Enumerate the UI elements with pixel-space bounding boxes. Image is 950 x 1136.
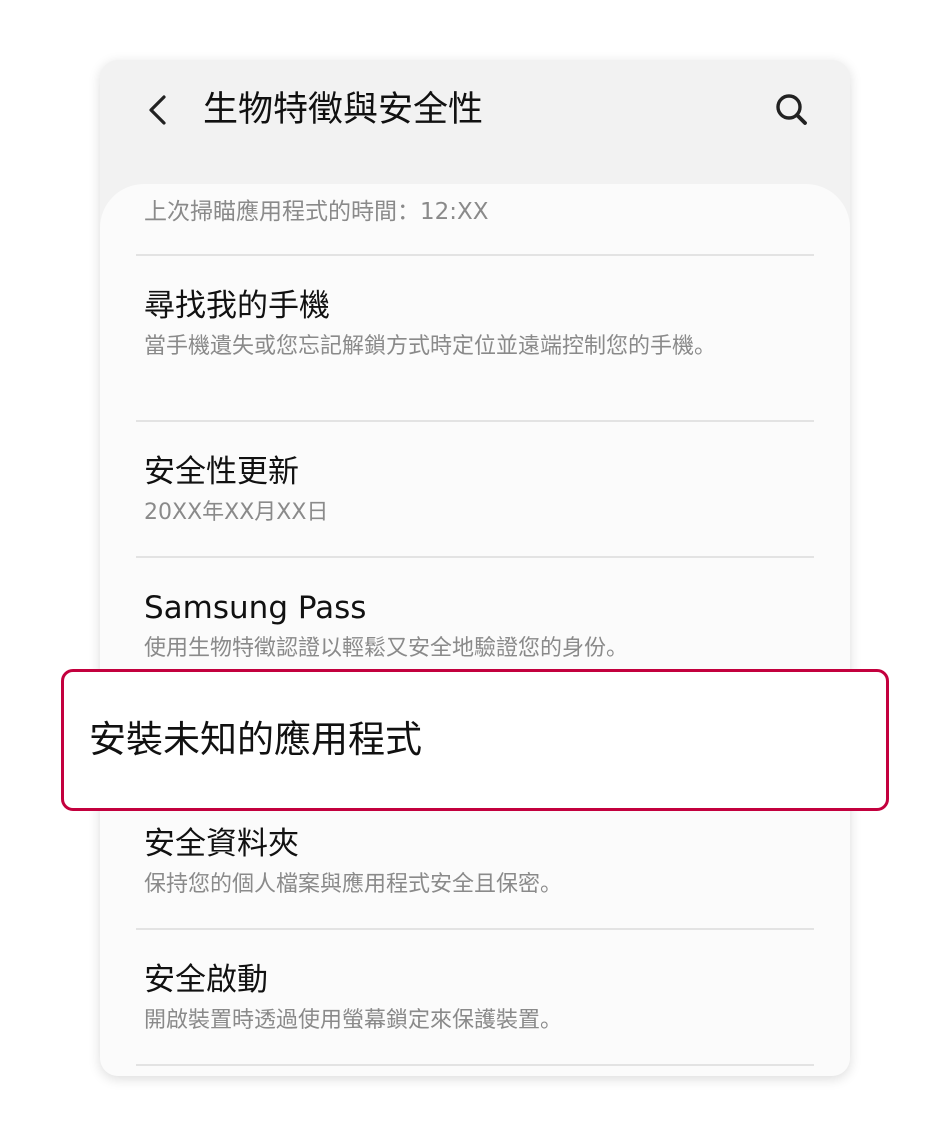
list-item-secure-startup[interactable]: 安全啟動 開啟裝置時透過使用螢幕鎖定來保護裝置。	[144, 960, 774, 1035]
back-button[interactable]	[138, 88, 182, 132]
item-subtitle: 保持您的個人檔案與應用程式安全且保密。	[144, 872, 563, 897]
divider	[136, 254, 814, 256]
item-subtitle: 20XX年XX月XX日	[144, 500, 329, 525]
last-scan-time: 上次掃瞄應用程式的時間：12:XX	[144, 199, 489, 225]
item-title: 安全性更新	[144, 454, 299, 490]
install-unknown-apps-item[interactable]: 安裝未知的應用程式	[61, 669, 889, 811]
divider	[136, 1064, 814, 1066]
install-unknown-apps-label: 安裝未知的應用程式	[89, 718, 422, 761]
list-item-samsung-pass[interactable]: Samsung Pass 使用生物特徵認證以輕鬆又安全地驗證您的身份。	[144, 588, 774, 663]
item-subtitle: 當手機遺失或您忘記解鎖方式時定位並遠端控制您的手機。	[144, 334, 717, 359]
search-button[interactable]	[770, 88, 814, 132]
item-subtitle: 開啟裝置時透過使用螢幕鎖定來保護裝置。	[144, 1008, 563, 1033]
app-bar: 生物特徵與安全性	[100, 60, 850, 184]
item-subtitle: 使用生物特徵認證以輕鬆又安全地驗證您的身份。	[144, 636, 629, 661]
divider	[136, 420, 814, 422]
page-title: 生物特徵與安全性	[203, 90, 484, 130]
list-item-secure-folder[interactable]: 安全資料夾 保持您的個人檔案與應用程式安全且保密。	[144, 824, 774, 899]
search-icon	[776, 94, 807, 125]
divider	[136, 556, 814, 558]
divider	[136, 928, 814, 930]
list-item-security-update[interactable]: 安全性更新 20XX年XX月XX日	[144, 452, 774, 527]
item-title: 安全啟動	[144, 962, 268, 998]
item-title: 安全資料夾	[144, 826, 299, 862]
settings-card: 上次掃瞄應用程式的時間：12:XX 尋找我的手機 當手機遺失或您忘記解鎖方式時定…	[100, 184, 850, 1076]
chevron-left-icon	[149, 95, 166, 125]
item-title: 尋找我的手機	[144, 288, 330, 324]
item-title: Samsung Pass	[144, 590, 367, 626]
settings-screen: 生物特徵與安全性 上次掃瞄應用程式的時間：12:XX 尋找我的手機 當手機遺失或…	[100, 60, 850, 1076]
list-item-find-my-mobile[interactable]: 尋找我的手機 當手機遺失或您忘記解鎖方式時定位並遠端控制您的手機。	[144, 286, 774, 361]
